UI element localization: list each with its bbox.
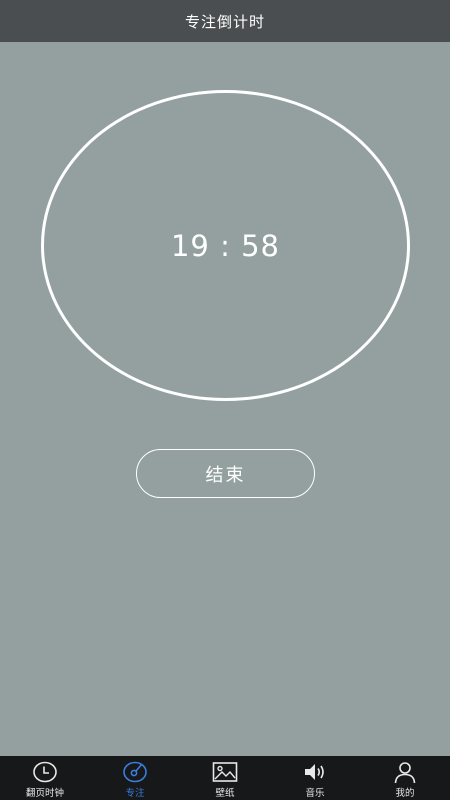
app-header: 专注倒计时	[0, 0, 450, 42]
clock-icon	[32, 760, 58, 784]
tab-label: 我的	[395, 788, 415, 799]
bottom-tab-bar: 翻页时钟 专注 壁纸 音乐 我的	[0, 756, 450, 800]
countdown-display: 19 : 58	[170, 228, 280, 263]
main-content: 19 : 58 结束	[0, 42, 450, 756]
page-title: 专注倒计时	[184, 12, 265, 31]
user-icon	[392, 760, 418, 784]
tab-focus[interactable]: 专注	[90, 756, 180, 800]
tab-label: 翻页时钟	[25, 788, 64, 799]
end-button[interactable]: 结束	[136, 449, 315, 498]
tab-label: 壁纸	[215, 788, 235, 799]
speaker-icon	[302, 760, 328, 784]
focus-dial-icon	[122, 760, 148, 784]
tab-flip-clock[interactable]: 翻页时钟	[0, 756, 90, 800]
tab-profile[interactable]: 我的	[360, 756, 450, 800]
timer-ring: 19 : 58	[41, 90, 410, 401]
tab-wallpaper[interactable]: 壁纸	[180, 756, 270, 800]
tab-label: 音乐	[305, 788, 325, 799]
image-icon	[212, 760, 238, 784]
tab-label: 专注	[125, 788, 145, 799]
tab-music[interactable]: 音乐	[270, 756, 360, 800]
